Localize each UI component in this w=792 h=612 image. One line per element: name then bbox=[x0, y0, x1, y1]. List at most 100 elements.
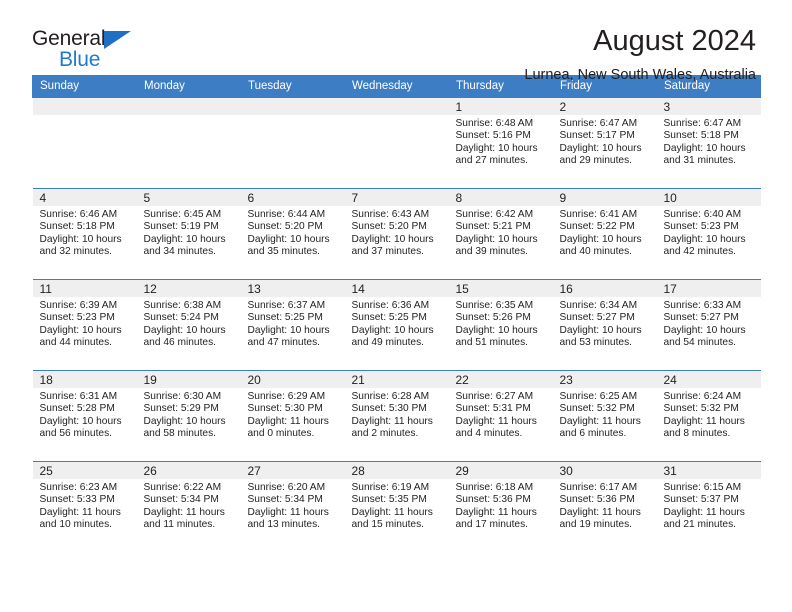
calendar-day-cell[interactable]: 17 Sunrise: 6:33 AM Sunset: 5:27 PM Dayligh… bbox=[656, 279, 761, 371]
daylight-text: and 42 minutes. bbox=[663, 246, 737, 258]
calendar-day-cell[interactable]: 5 Sunrise: 6:45 AM Sunset: 5:19 PM Daylight… bbox=[136, 188, 241, 280]
calendar-day-cell[interactable]: 4 Sunrise: 6:46 AM Sunset: 5:18 PM Daylight… bbox=[32, 188, 137, 280]
day-details bbox=[241, 115, 345, 118]
day-details: Sunrise: 6:31 AM Sunset: 5:28 PM Daylight:… bbox=[33, 388, 137, 441]
sunrise-text: Sunrise: 6:35 AM bbox=[455, 300, 534, 311]
day-number: 2 bbox=[552, 98, 657, 115]
daylight-text: Daylight: 10 hours bbox=[663, 324, 746, 336]
daylight-text: Daylight: 11 hours bbox=[455, 506, 537, 518]
generalblue-logo[interactable]: General Blue bbox=[32, 26, 152, 74]
calendar-day-cell[interactable]: 3 Sunrise: 6:47 AM Sunset: 5:18 PM Daylight… bbox=[656, 97, 761, 189]
day-cell-inner: 20 Sunrise: 6:29 AM Sunset: 5:30 PM Dayligh… bbox=[240, 371, 345, 461]
title-block: August 2024 Lurnea, New South Wales, Aus… bbox=[524, 26, 760, 84]
sunrise-text: Sunrise: 6:45 AM bbox=[143, 209, 222, 220]
sunrise-text: Sunrise: 6:15 AM bbox=[663, 482, 742, 493]
daylight-text: Daylight: 11 hours bbox=[351, 506, 433, 518]
day-details bbox=[345, 115, 449, 118]
day-cell-inner: 11 Sunrise: 6:39 AM Sunset: 5:23 PM Dayligh… bbox=[32, 280, 137, 370]
weekday-header-sunday: Sunday bbox=[32, 75, 137, 98]
day-number: 22 bbox=[448, 371, 553, 388]
day-number: 13 bbox=[240, 280, 345, 297]
day-number: 31 bbox=[656, 462, 761, 479]
calendar-day-cell[interactable]: 29 Sunrise: 6:18 AM Sunset: 5:36 PM Dayligh… bbox=[448, 461, 553, 552]
day-number: 11 bbox=[32, 280, 137, 297]
calendar-day-cell[interactable]: 1 Sunrise: 6:48 AM Sunset: 5:16 PM Daylight… bbox=[448, 97, 553, 189]
day-number: 23 bbox=[552, 371, 657, 388]
daylight-text: and 19 minutes. bbox=[559, 519, 633, 531]
logo-text-general: General bbox=[32, 27, 106, 50]
day-cell-inner: 29 Sunrise: 6:18 AM Sunset: 5:36 PM Dayligh… bbox=[448, 462, 553, 552]
sunset-text: Sunset: 5:32 PM bbox=[559, 403, 635, 415]
daylight-text: and 47 minutes. bbox=[247, 337, 321, 349]
day-cell-inner: 1 Sunrise: 6:48 AM Sunset: 5:16 PM Daylight… bbox=[448, 98, 553, 188]
calendar-day-cell[interactable]: 22 Sunrise: 6:27 AM Sunset: 5:31 PM Dayligh… bbox=[448, 370, 553, 462]
calendar-day-cell[interactable]: 16 Sunrise: 6:34 AM Sunset: 5:27 PM Dayligh… bbox=[552, 279, 657, 371]
calendar-day-cell[interactable]: 20 Sunrise: 6:29 AM Sunset: 5:30 PM Dayligh… bbox=[240, 370, 345, 462]
calendar-day-cell[interactable]: 7 Sunrise: 6:43 AM Sunset: 5:20 PM Daylight… bbox=[344, 188, 449, 280]
page-header: General Blue August 2024 Lurnea, New Sou… bbox=[32, 0, 760, 84]
sunset-text: Sunset: 5:28 PM bbox=[39, 403, 115, 415]
calendar-day-cell[interactable]: 15 Sunrise: 6:35 AM Sunset: 5:26 PM Dayligh… bbox=[448, 279, 553, 371]
daylight-text: and 58 minutes. bbox=[143, 428, 217, 440]
day-number: 8 bbox=[448, 189, 553, 206]
daylight-text: and 4 minutes. bbox=[455, 428, 523, 440]
day-cell-inner: 10 Sunrise: 6:40 AM Sunset: 5:23 PM Dayligh… bbox=[656, 189, 761, 279]
calendar-day-cell[interactable]: 30 Sunrise: 6:17 AM Sunset: 5:36 PM Dayligh… bbox=[552, 461, 657, 552]
day-details: Sunrise: 6:48 AM Sunset: 5:16 PM Daylight:… bbox=[449, 115, 553, 168]
calendar-day-cell[interactable]: 13 Sunrise: 6:37 AM Sunset: 5:25 PM Dayligh… bbox=[240, 279, 345, 371]
calendar-week-row: 1 Sunrise: 6:48 AM Sunset: 5:16 PM Daylight… bbox=[32, 97, 761, 189]
day-number: 10 bbox=[656, 189, 761, 206]
calendar-day-cell[interactable]: 12 Sunrise: 6:38 AM Sunset: 5:24 PM Dayligh… bbox=[136, 279, 241, 371]
day-number: 24 bbox=[656, 371, 761, 388]
sunrise-text: Sunrise: 6:17 AM bbox=[559, 482, 638, 493]
day-number: 25 bbox=[32, 462, 137, 479]
day-number: 19 bbox=[136, 371, 241, 388]
calendar-day-cell[interactable]: 10 Sunrise: 6:40 AM Sunset: 5:23 PM Dayligh… bbox=[656, 188, 761, 280]
weekday-header-monday: Monday bbox=[136, 75, 241, 98]
calendar-day-cell[interactable]: 28 Sunrise: 6:19 AM Sunset: 5:35 PM Dayligh… bbox=[344, 461, 449, 552]
daylight-text: Daylight: 10 hours bbox=[663, 142, 746, 154]
daylight-text: Daylight: 10 hours bbox=[143, 324, 226, 336]
calendar-day-cell[interactable]: 2 Sunrise: 6:47 AM Sunset: 5:17 PM Daylight… bbox=[552, 97, 657, 189]
daylight-text: and 10 minutes. bbox=[39, 519, 113, 531]
calendar-day-cell[interactable]: 9 Sunrise: 6:41 AM Sunset: 5:22 PM Daylight… bbox=[552, 188, 657, 280]
calendar-day-cell[interactable]: 19 Sunrise: 6:30 AM Sunset: 5:29 PM Dayligh… bbox=[136, 370, 241, 462]
day-details: Sunrise: 6:19 AM Sunset: 5:35 PM Daylight:… bbox=[345, 479, 449, 532]
day-details bbox=[33, 115, 137, 118]
calendar-day-cell[interactable]: 11 Sunrise: 6:39 AM Sunset: 5:23 PM Dayligh… bbox=[32, 279, 137, 371]
daylight-text: Daylight: 10 hours bbox=[247, 233, 330, 245]
day-details: Sunrise: 6:39 AM Sunset: 5:23 PM Daylight:… bbox=[33, 297, 137, 350]
sunrise-text: Sunrise: 6:31 AM bbox=[39, 391, 118, 402]
day-details: Sunrise: 6:25 AM Sunset: 5:32 PM Daylight:… bbox=[553, 388, 657, 441]
daylight-text: Daylight: 11 hours bbox=[143, 506, 225, 518]
calendar-day-cell[interactable]: 27 Sunrise: 6:20 AM Sunset: 5:34 PM Dayligh… bbox=[240, 461, 345, 552]
daylight-text: Daylight: 11 hours bbox=[559, 506, 641, 518]
sunset-text: Sunset: 5:34 PM bbox=[247, 494, 323, 506]
sunrise-text: Sunrise: 6:47 AM bbox=[663, 118, 742, 129]
day-cell-inner: 16 Sunrise: 6:34 AM Sunset: 5:27 PM Dayligh… bbox=[552, 280, 657, 370]
calendar-day-cell[interactable]: 18 Sunrise: 6:31 AM Sunset: 5:28 PM Dayligh… bbox=[32, 370, 137, 462]
calendar-day-cell[interactable]: 6 Sunrise: 6:44 AM Sunset: 5:20 PM Daylight… bbox=[240, 188, 345, 280]
day-cell-inner: 8 Sunrise: 6:42 AM Sunset: 5:21 PM Daylight… bbox=[448, 189, 553, 279]
calendar-day-cell[interactable]: 21 Sunrise: 6:28 AM Sunset: 5:30 PM Dayligh… bbox=[344, 370, 449, 462]
sunset-text: Sunset: 5:24 PM bbox=[143, 312, 219, 324]
daylight-text: Daylight: 10 hours bbox=[559, 233, 642, 245]
calendar-day-cell[interactable]: 25 Sunrise: 6:23 AM Sunset: 5:33 PM Dayligh… bbox=[32, 461, 137, 552]
calendar-day-cell[interactable]: 24 Sunrise: 6:24 AM Sunset: 5:32 PM Dayligh… bbox=[656, 370, 761, 462]
calendar-day-cell[interactable]: 14 Sunrise: 6:36 AM Sunset: 5:25 PM Dayligh… bbox=[344, 279, 449, 371]
calendar-day-cell[interactable]: 23 Sunrise: 6:25 AM Sunset: 5:32 PM Dayligh… bbox=[552, 370, 657, 462]
daylight-text: and 39 minutes. bbox=[455, 246, 529, 258]
daylight-text: and 35 minutes. bbox=[247, 246, 321, 258]
sunset-text: Sunset: 5:32 PM bbox=[663, 403, 739, 415]
day-cell-inner: 22 Sunrise: 6:27 AM Sunset: 5:31 PM Dayligh… bbox=[448, 371, 553, 461]
calendar-day-cell[interactable]: 8 Sunrise: 6:42 AM Sunset: 5:21 PM Daylight… bbox=[448, 188, 553, 280]
sunrise-text: Sunrise: 6:44 AM bbox=[247, 209, 326, 220]
daylight-text: Daylight: 11 hours bbox=[351, 415, 433, 427]
daylight-text: Daylight: 10 hours bbox=[351, 233, 434, 245]
sunrise-text: Sunrise: 6:23 AM bbox=[39, 482, 118, 493]
day-number: 6 bbox=[240, 189, 345, 206]
daylight-text: Daylight: 10 hours bbox=[143, 415, 226, 427]
calendar-day-cell[interactable]: 31 Sunrise: 6:15 AM Sunset: 5:37 PM Dayligh… bbox=[656, 461, 761, 552]
day-number: 12 bbox=[136, 280, 241, 297]
calendar-day-cell[interactable]: 26 Sunrise: 6:22 AM Sunset: 5:34 PM Dayligh… bbox=[136, 461, 241, 552]
